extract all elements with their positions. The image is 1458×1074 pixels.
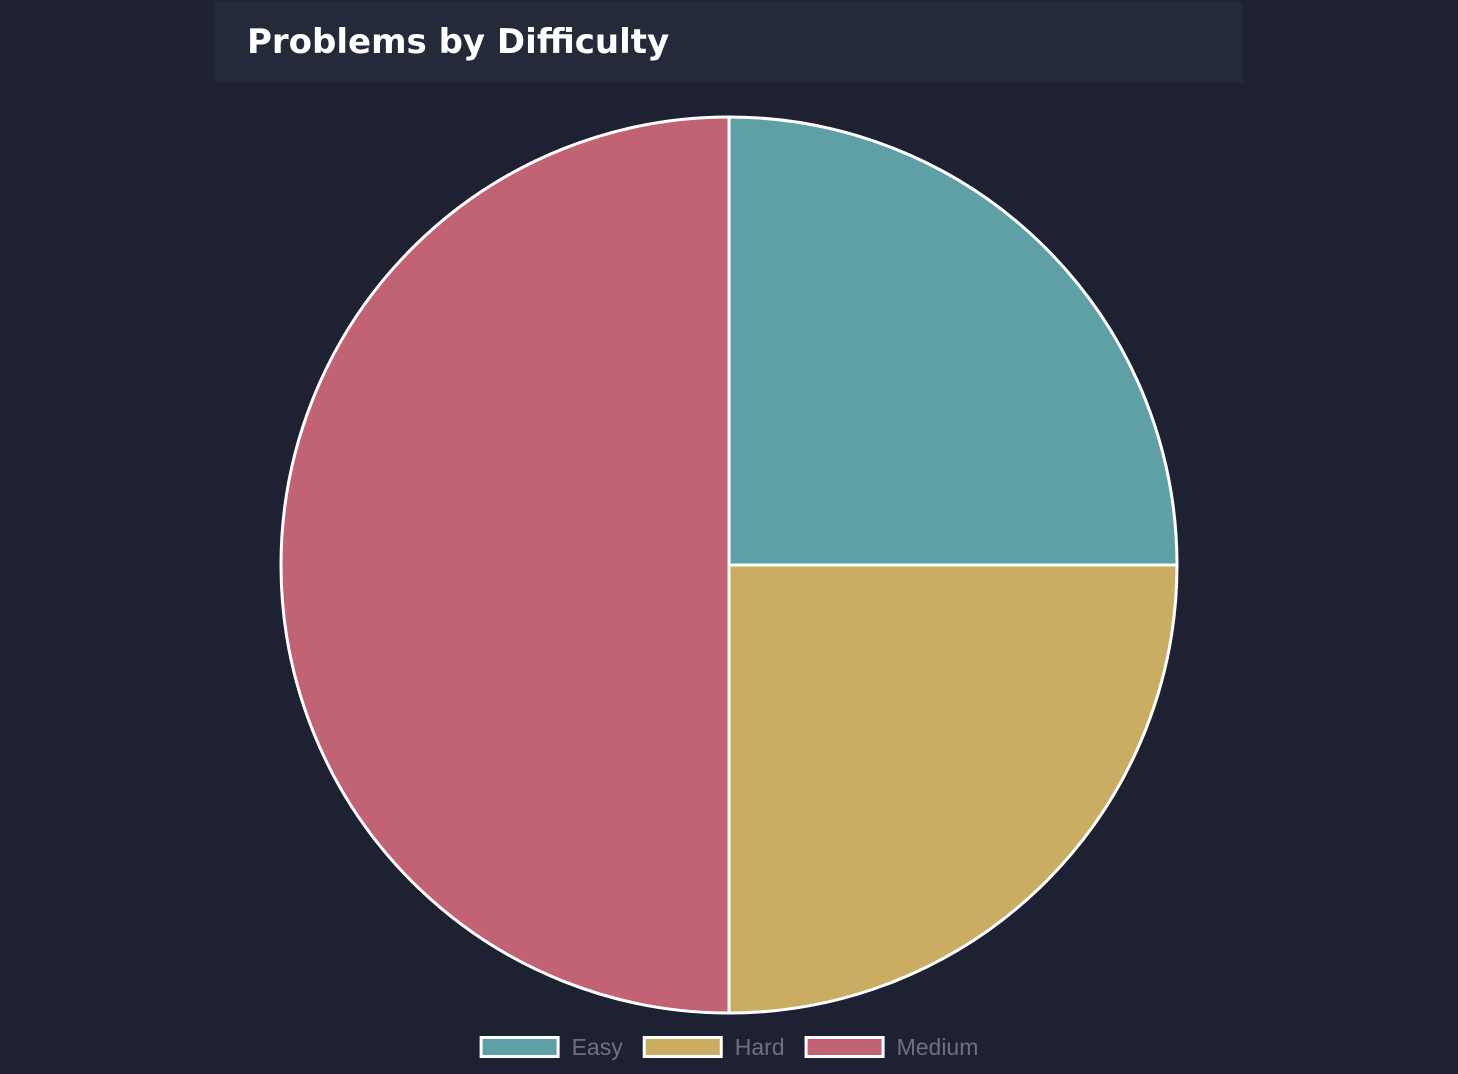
pie-slice-easy[interactable]: [727, 115, 1179, 567]
chart-legend: Easy Hard Medium: [479, 1034, 979, 1060]
pie-slices: [279, 115, 1179, 1015]
legend-label-hard: Hard: [735, 1034, 785, 1060]
legend-item-medium[interactable]: Medium: [804, 1034, 979, 1060]
pie-slice-medium[interactable]: [279, 115, 731, 1015]
pie-slice-hard[interactable]: [727, 563, 1179, 1015]
legend-item-hard[interactable]: Hard: [642, 1034, 785, 1060]
pie-chart: Easy Hard Medium: [279, 115, 1179, 1060]
legend-swatch-medium: [804, 1036, 885, 1058]
legend-item-easy[interactable]: Easy: [479, 1034, 624, 1060]
legend-swatch-easy: [479, 1036, 560, 1058]
legend-label-easy: Easy: [572, 1034, 624, 1060]
legend-label-medium: Medium: [897, 1034, 979, 1060]
legend-swatch-hard: [642, 1036, 723, 1058]
